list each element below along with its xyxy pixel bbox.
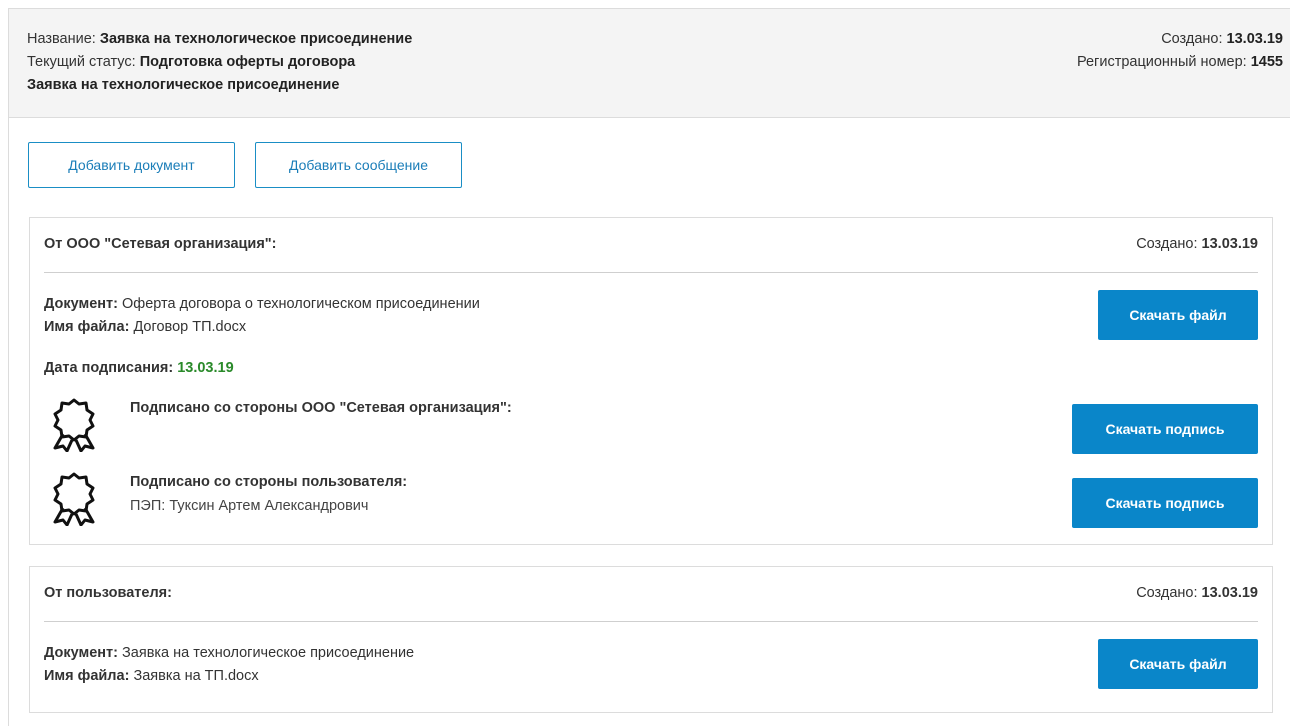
card-created-value: 13.03.19 [1201, 585, 1258, 601]
message-card: От ООО "Сетевая организация": Создано: 1… [29, 217, 1273, 545]
application-description: Заявка на технологическое присоединение [27, 77, 340, 93]
application-page: Название: Заявка на технологическое прис… [8, 8, 1290, 726]
description-line: Заявка на технологическое присоединение [27, 74, 412, 97]
card-header: От ООО "Сетевая организация": Создано: 1… [44, 218, 1258, 273]
file-line: Имя файла: Договор ТП.docx [44, 316, 480, 339]
document-label: Документ: [44, 296, 118, 312]
card-sender: От ООО "Сетевая организация": [44, 236, 277, 252]
document-line: Документ: Заявка на технологическое прис… [44, 642, 414, 665]
document-value: Заявка на технологическое присоединение [122, 645, 415, 661]
file-line: Имя файла: Заявка на ТП.docx [44, 665, 414, 688]
name-value: Заявка на технологическое присоединение [99, 31, 413, 47]
signature-title: Подписано со стороны ООО "Сетевая органи… [130, 400, 512, 416]
sign-date-label: Дата подписания: [44, 360, 174, 376]
download-file-button[interactable]: Скачать файл [1098, 290, 1258, 340]
signature-detail: ПЭП: Туксин Артем Александрович [130, 498, 369, 514]
card-created: Создано: 13.03.19 [1136, 236, 1258, 252]
header-info: Название: Заявка на технологическое прис… [27, 28, 412, 97]
file-value: Заявка на ТП.docx [133, 668, 259, 684]
card-created-value: 13.03.19 [1201, 236, 1258, 252]
registration-line: Регистрационный номер: 1455 [1077, 51, 1283, 74]
created-value: 13.03.19 [1226, 31, 1283, 47]
add-message-button[interactable]: Добавить сообщение [255, 142, 462, 188]
status-value: Подготовка оферты договора [139, 54, 356, 70]
registration-number: 1455 [1250, 54, 1283, 70]
download-signature-button[interactable]: Скачать подпись [1072, 404, 1258, 454]
file-label: Имя файла: [44, 668, 130, 684]
signature-row: Подписано со стороны ООО "Сетевая органи… [44, 396, 1258, 456]
document-line: Документ: Оферта договора о технологичес… [44, 293, 480, 316]
header-meta: Создано: 13.03.19 Регистрационный номер:… [1077, 28, 1283, 74]
sign-date-value: 13.03.19 [177, 360, 234, 376]
sign-date: Дата подписания: 13.03.19 [44, 360, 234, 376]
signature-info: Подписано со стороны пользователя: ПЭП: … [130, 470, 407, 518]
document-info: Документ: Оферта договора о технологичес… [44, 293, 480, 339]
created-line: Создано: 13.03.19 [1077, 28, 1283, 51]
signature-title: Подписано со стороны пользователя: [130, 474, 408, 490]
name-label: Название: [27, 31, 96, 47]
message-card: От пользователя: Создано: 13.03.19 Докум… [29, 566, 1273, 713]
download-signature-button[interactable]: Скачать подпись [1072, 478, 1258, 528]
created-label: Создано: [1161, 31, 1223, 47]
document-info: Документ: Заявка на технологическое прис… [44, 642, 414, 688]
card-created-label: Создано: [1136, 236, 1198, 252]
download-file-button[interactable]: Скачать файл [1098, 639, 1258, 689]
document-label: Документ: [44, 645, 118, 661]
file-value: Договор ТП.docx [133, 319, 247, 335]
card-created: Создано: 13.03.19 [1136, 585, 1258, 601]
file-label: Имя файла: [44, 319, 130, 335]
status-line: Текущий статус: Подготовка оферты догово… [27, 51, 412, 74]
name-line: Название: Заявка на технологическое прис… [27, 28, 412, 51]
award-ribbon-icon [53, 472, 95, 526]
card-header: От пользователя: Создано: 13.03.19 [44, 567, 1258, 622]
signature-row: Подписано со стороны пользователя: ПЭП: … [44, 470, 1258, 530]
award-ribbon-icon [53, 398, 95, 452]
signature-info: Подписано со стороны ООО "Сетевая органи… [130, 396, 512, 420]
status-label: Текущий статус: [27, 54, 136, 70]
registration-label: Регистрационный номер: [1076, 54, 1247, 70]
application-header: Название: Заявка на технологическое прис… [9, 9, 1290, 118]
card-sender: От пользователя: [44, 585, 172, 601]
add-document-button[interactable]: Добавить документ [28, 142, 235, 188]
card-created-label: Создано: [1136, 585, 1198, 601]
document-value: Оферта договора о технологическом присое… [122, 296, 480, 312]
